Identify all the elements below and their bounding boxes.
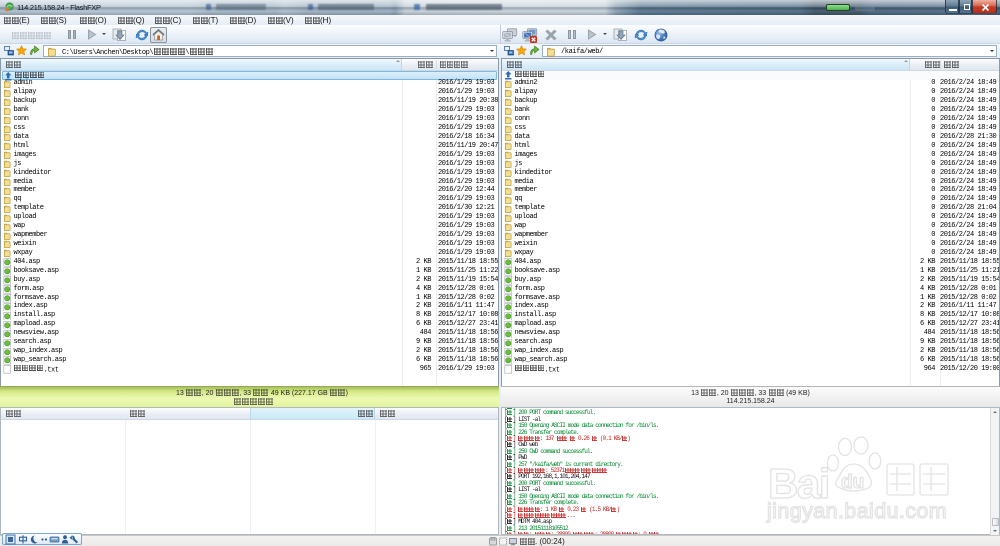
svg-text:jingyan.baidu.com: jingyan.baidu.com bbox=[766, 499, 947, 523]
svg-text:du: du bbox=[841, 472, 864, 493]
